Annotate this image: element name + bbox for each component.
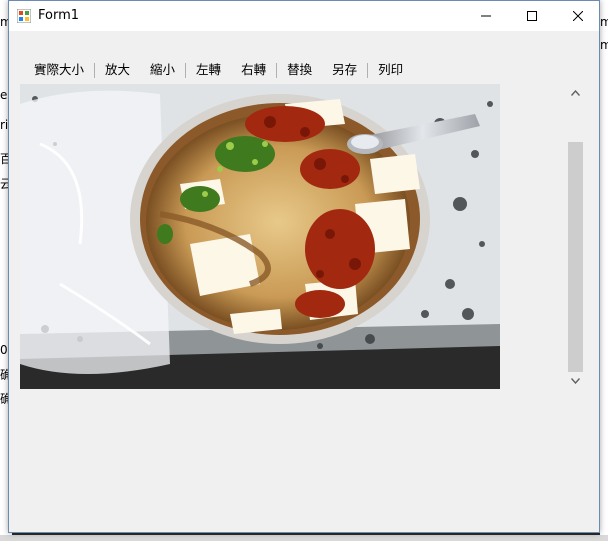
picture-box[interactable] <box>20 84 500 389</box>
chevron-down-icon <box>571 377 580 384</box>
scroll-up-button[interactable] <box>567 84 584 101</box>
background-text: m <box>600 15 608 29</box>
rotate-right-button[interactable]: 右轉 <box>231 59 276 81</box>
maximize-icon <box>527 11 537 21</box>
zoom-out-button[interactable]: 縮小 <box>140 59 185 81</box>
form1-window: Form1 實際大小 放大 縮小 左轉 右轉 替換 另存 列印 <box>8 0 600 533</box>
minimize-icon <box>481 15 491 17</box>
actual-size-button[interactable]: 實際大小 <box>24 59 94 81</box>
background-text: m <box>600 38 608 52</box>
background-window-bottom <box>0 535 608 541</box>
tofu-pudding-photo <box>20 84 500 389</box>
rotate-left-button[interactable]: 左轉 <box>186 59 231 81</box>
title-bar[interactable]: Form1 <box>9 1 599 31</box>
close-icon <box>573 11 583 21</box>
minimize-button[interactable] <box>463 1 509 31</box>
background-window-right <box>600 0 608 541</box>
vertical-scrollbar[interactable] <box>567 84 584 389</box>
close-button[interactable] <box>555 1 601 31</box>
window-title: Form1 <box>38 8 80 23</box>
replace-button[interactable]: 替換 <box>277 59 322 81</box>
maximize-button[interactable] <box>509 1 555 31</box>
app-icon[interactable] <box>17 9 31 23</box>
scroll-thumb[interactable] <box>568 142 583 372</box>
print-button[interactable]: 列印 <box>368 59 413 81</box>
zoom-in-button[interactable]: 放大 <box>95 59 140 81</box>
chevron-up-icon <box>571 89 580 96</box>
scroll-down-button[interactable] <box>567 372 584 389</box>
save-as-button[interactable]: 另存 <box>322 59 367 81</box>
toolbar: 實際大小 放大 縮小 左轉 右轉 替換 另存 列印 <box>24 59 413 81</box>
